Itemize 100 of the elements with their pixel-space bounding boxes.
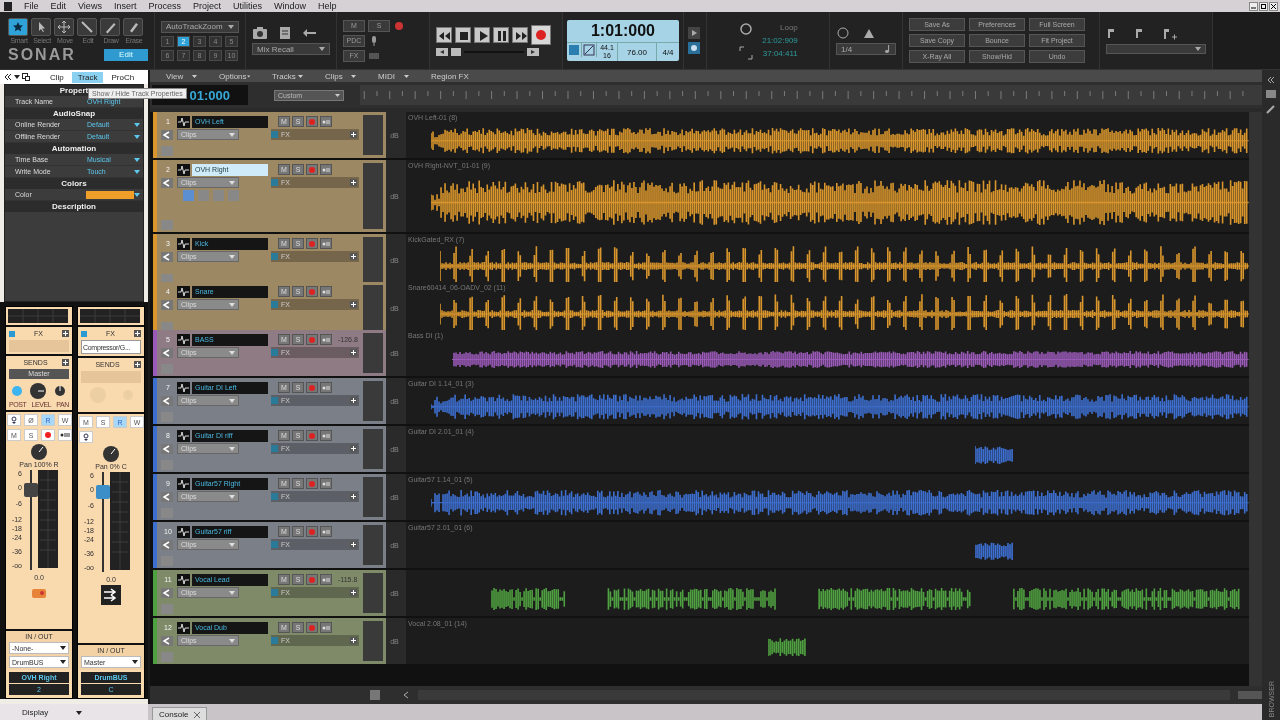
menu-item[interactable]: Clips [309, 71, 362, 81]
section-header[interactable]: Colors [5, 178, 143, 189]
tool-button[interactable] [8, 17, 28, 36]
tool-button[interactable] [54, 17, 74, 36]
window-icon[interactable] [22, 73, 30, 81]
menu-arrow-icon[interactable] [14, 73, 20, 81]
fast-forward-button[interactable] [512, 27, 528, 43]
loop-start-time[interactable]: 21:02:909 [762, 36, 798, 45]
monitor-button[interactable] [320, 430, 332, 441]
expand-icon[interactable] [738, 44, 755, 61]
add-icon[interactable] [134, 361, 141, 368]
monitor-button[interactable] [320, 334, 332, 345]
display-dropdown[interactable]: Display [22, 708, 49, 717]
tool-button[interactable] [77, 17, 97, 36]
menu-item[interactable]: View [150, 71, 203, 81]
arrow-icon[interactable] [161, 177, 173, 188]
arrow-icon[interactable] [161, 395, 173, 406]
color-swatch[interactable] [86, 190, 134, 199]
menu-item[interactable]: Tracks [256, 71, 309, 81]
loop-end-time[interactable]: 37:04:411 [762, 49, 798, 58]
monitor-button[interactable] [320, 478, 332, 489]
inspector-tab[interactable]: Clip [44, 71, 70, 83]
pan-knob[interactable] [102, 445, 120, 463]
close-icon[interactable] [1269, 1, 1278, 11]
menu-item[interactable]: Insert [107, 1, 143, 11]
add-icon[interactable] [350, 445, 357, 452]
tool-button[interactable] [123, 17, 143, 36]
edit-button[interactable]: Edit [104, 48, 148, 61]
play-button[interactable] [474, 27, 490, 43]
monitor-button[interactable] [320, 116, 332, 127]
input-echo-button[interactable] [79, 431, 93, 443]
minimize-icon[interactable] [1249, 1, 1258, 11]
menu-item[interactable]: Project [186, 1, 227, 11]
menu-item[interactable]: Edit [44, 1, 73, 11]
section-header[interactable]: Automation [5, 143, 143, 154]
monitor-button[interactable] [320, 286, 332, 297]
arrow-icon[interactable] [161, 347, 173, 358]
console-tab[interactable]: Console [152, 707, 208, 720]
go-to-end-icon[interactable] [527, 48, 539, 56]
loop-icon[interactable] [738, 20, 755, 37]
document-icon[interactable] [278, 26, 292, 40]
collapse-icon[interactable] [1266, 76, 1276, 84]
monitor-button[interactable] [320, 238, 332, 249]
add-icon[interactable] [350, 131, 357, 138]
meter-value[interactable]: 4/4 [657, 43, 679, 61]
pan-knob[interactable] [30, 443, 48, 461]
arrow-icon[interactable] [161, 299, 173, 310]
section-header[interactable]: Description [5, 201, 143, 212]
arrow-icon[interactable] [161, 635, 173, 646]
arrow-icon[interactable] [161, 491, 173, 502]
monitor-button[interactable] [320, 164, 332, 175]
pan-knob[interactable] [53, 385, 66, 397]
menu-item[interactable]: MIDI [362, 71, 415, 81]
add-icon[interactable] [350, 253, 357, 260]
level-knob[interactable] [29, 382, 47, 400]
collapse-icon[interactable] [4, 73, 12, 81]
tempo-value[interactable]: 76.00 [618, 43, 657, 61]
menu-item[interactable]: File [18, 1, 45, 11]
add-icon[interactable] [350, 349, 357, 356]
arrow-icon[interactable] [161, 443, 173, 454]
record-icon[interactable] [393, 19, 405, 32]
monitor-button[interactable] [320, 622, 332, 633]
arrow-icon[interactable] [161, 251, 173, 262]
menu-item[interactable]: Utilities [226, 1, 268, 11]
stop-button[interactable] [455, 27, 471, 43]
add-icon[interactable] [350, 179, 357, 186]
menu-item[interactable]: Help [311, 1, 343, 11]
toggle-icon[interactable] [12, 386, 23, 396]
inspector-tab[interactable]: ProCh [105, 71, 141, 83]
arrow-icon[interactable] [161, 587, 173, 598]
snap-dropdown[interactable]: 1/4 [836, 43, 896, 55]
add-icon[interactable] [350, 589, 357, 596]
menu-item[interactable]: Window [267, 1, 312, 11]
monitor-button[interactable] [320, 526, 332, 537]
add-icon[interactable] [350, 301, 357, 308]
play-icon[interactable] [688, 27, 700, 39]
record-mode-icon[interactable] [688, 42, 700, 54]
add-icon[interactable] [350, 637, 357, 644]
menu-item[interactable]: Views [72, 1, 108, 11]
fader-handle[interactable] [96, 485, 110, 499]
add-icon[interactable] [62, 359, 69, 366]
add-icon[interactable] [62, 330, 69, 337]
arrow-icon[interactable] [161, 129, 173, 140]
pencil-icon[interactable] [1266, 104, 1276, 114]
restore-icon[interactable] [1259, 1, 1268, 11]
go-to-start-icon[interactable] [436, 48, 448, 56]
scrollbar[interactable] [1249, 112, 1262, 686]
toggle-icon[interactable] [183, 190, 194, 201]
camera-icon[interactable] [252, 26, 268, 40]
add-icon[interactable] [134, 330, 141, 337]
rewind-button[interactable] [436, 27, 452, 43]
section-header[interactable]: AudioSnap [5, 108, 143, 119]
mix-recall-dropdown[interactable]: Mix Recall [252, 43, 330, 55]
add-icon[interactable] [350, 541, 357, 548]
zoom-preset-dropdown[interactable]: AutoTrackZoom [161, 20, 239, 33]
inspector-tab[interactable]: Track [71, 71, 104, 83]
menu-item[interactable]: Region FX [415, 71, 468, 81]
menu-item[interactable]: Process [142, 1, 187, 11]
add-lane-icon[interactable] [1162, 27, 1178, 41]
add-icon[interactable] [350, 397, 357, 404]
